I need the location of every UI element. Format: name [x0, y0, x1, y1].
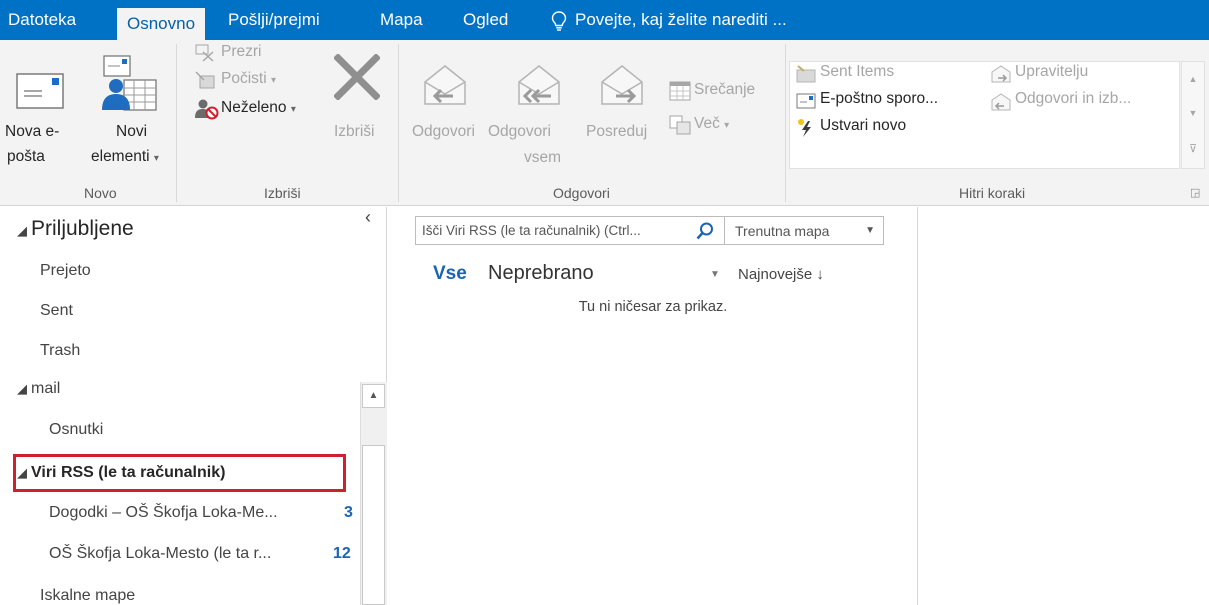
scroll-down-icon[interactable]: ▼: [1182, 108, 1204, 118]
lightning-icon: [798, 119, 811, 137]
quick-step-manager-label: Upravitelju: [1015, 63, 1089, 80]
new-email-label-1: Nova e-: [5, 123, 60, 140]
folder-prejeto[interactable]: Prejeto: [40, 262, 91, 280]
search-scope-dropdown[interactable]: Trenutna mapa ▼: [725, 216, 884, 245]
tab-poslji-prejmi[interactable]: Pošlji/prejmi: [228, 0, 320, 40]
arrow-down-icon: ↓: [816, 266, 824, 283]
quick-step-create-new-label: Ustvari novo: [820, 117, 907, 134]
tell-me-text: Povejte, kaj želite narediti ...: [575, 10, 787, 29]
folder-sent[interactable]: Sent: [40, 302, 73, 320]
email-icon: [796, 93, 816, 109]
sort-label: Najnovejše: [738, 266, 813, 283]
new-items-label-2: elementi ▾: [91, 148, 159, 165]
junk-label: Neželeno ▾: [221, 99, 296, 116]
empty-message: Tu ni ničesar za prikaz.: [578, 299, 728, 315]
chevron-down-icon: ▾: [153, 153, 159, 164]
new-email-label-2: pošta: [7, 148, 45, 165]
quick-steps-scrollbar[interactable]: ▲ ▼ ⊽: [1181, 61, 1205, 169]
gallery-expand-icon[interactable]: ⊽: [1182, 142, 1204, 155]
expanded-triangle-icon: ◢: [17, 381, 27, 396]
ignore-icon: [195, 44, 214, 62]
reply-label: Odgovori: [412, 123, 475, 140]
envelope-reply-icon: [991, 93, 1011, 111]
search-placeholder: Išči Viri RSS (le ta računalnik) (Ctrl..…: [422, 223, 641, 238]
filter-all[interactable]: Vse: [433, 263, 467, 285]
ignore-label: Prezri: [221, 43, 262, 60]
reply-all-label-1: Odgovori: [488, 123, 551, 140]
highlight-box: [13, 454, 346, 492]
folder-search-folders[interactable]: Iskalne mape: [40, 587, 135, 605]
tab-ogled[interactable]: Ogled: [463, 0, 508, 40]
search-scope-label: Trenutna mapa: [735, 223, 830, 239]
lightbulb-icon: [551, 11, 567, 31]
group-label-hitri-koraki: Hitri koraki: [959, 185, 1026, 201]
group-divider: [398, 44, 399, 202]
chevron-down-icon: ▾: [270, 75, 276, 86]
scrollbar-thumb[interactable]: [362, 445, 385, 605]
meeting-label: Srečanje: [694, 81, 756, 98]
dropdown-arrow-icon: ▼: [865, 225, 875, 236]
clean-up-label: Počisti ▾: [221, 70, 276, 87]
folder-rss-os-skofja-loka[interactable]: OŠ Škofja Loka-Mesto (le ta r...: [49, 545, 271, 563]
ribbon-tab-bar: Datoteka Osnovno Pošlji/prejmi Mapa Ogle…: [0, 0, 1209, 40]
forward-icon: [601, 65, 643, 105]
sort-button[interactable]: Najnovejše ↓: [738, 266, 824, 283]
junk-icon: [195, 99, 219, 120]
folder-osnutki[interactable]: Osnutki: [49, 421, 103, 439]
group-divider: [176, 44, 177, 202]
favorites-header[interactable]: ◢ Priljubljene: [17, 217, 134, 241]
group-label-odgovori: Odgovori: [553, 185, 610, 201]
reply-icon: [424, 65, 466, 105]
group-label-izbrisi: Izbriši: [264, 185, 301, 201]
mail-account-header[interactable]: ◢ mail: [17, 380, 60, 398]
tell-me-box[interactable]: Povejte, kaj želite narediti ...: [551, 0, 787, 40]
chevron-down-icon: ▾: [724, 120, 730, 131]
quick-steps-gallery: Sent Items Upravitelju E-poštno sporo...…: [789, 61, 1180, 169]
message-list: Išči Viri RSS (le ta računalnik) (Ctrl..…: [388, 207, 918, 605]
more-label: Več ▾: [694, 115, 730, 132]
collapse-pane-icon[interactable]: ‹: [365, 207, 371, 228]
new-items-label-1: Novi: [116, 123, 148, 140]
forward-label: Posreduj: [586, 123, 648, 140]
new-email-icon: [16, 73, 64, 109]
ribbon: Nova e- pošta Novi elementi ▾ Novo Prezr…: [0, 40, 1209, 206]
scroll-up-icon[interactable]: ▲: [362, 384, 385, 408]
folder-rss-dogodki[interactable]: Dogodki – OŠ Škofja Loka-Me...: [49, 504, 278, 522]
tab-datoteka[interactable]: Datoteka: [8, 0, 76, 40]
chevron-down-icon: ▾: [290, 104, 296, 115]
more-icon: [669, 115, 691, 135]
delete-label: Izbriši: [334, 123, 375, 140]
quick-step-sent-items-label: Sent Items: [820, 63, 895, 80]
delete-icon: [334, 54, 380, 100]
quick-step-reply-delete-label: Odgovori in izb...: [1015, 90, 1132, 107]
search-icon[interactable]: [696, 222, 714, 240]
group-divider: [785, 44, 786, 202]
unread-count: 12: [333, 545, 351, 562]
new-items-icon: [102, 55, 157, 111]
unread-count: 3: [344, 504, 353, 521]
dialog-launcher-icon[interactable]: ◲: [1190, 186, 1200, 199]
quick-step-team-email-label: E-poštno sporo...: [820, 90, 939, 107]
expanded-triangle-icon: ◢: [17, 223, 27, 238]
reply-all-icon: [518, 65, 560, 105]
folder-move-icon: [796, 65, 816, 83]
clean-up-icon: [195, 71, 215, 89]
group-label-novo: Novo: [84, 185, 117, 201]
tab-osnovno[interactable]: Osnovno: [117, 8, 206, 40]
filter-dropdown-icon[interactable]: ▼: [710, 269, 720, 280]
filter-unread[interactable]: Neprebrano: [488, 262, 594, 285]
envelope-forward-icon: [991, 65, 1011, 83]
search-input[interactable]: Išči Viri RSS (le ta računalnik) (Ctrl..…: [415, 216, 725, 245]
scroll-up-icon[interactable]: ▲: [1182, 74, 1204, 84]
folder-trash[interactable]: Trash: [40, 342, 80, 360]
tab-mapa[interactable]: Mapa: [380, 0, 423, 40]
reply-all-label-2: vsem: [524, 149, 562, 166]
folder-pane: ‹ ◢ Priljubljene Prejeto Sent Trash ◢ mail…: [0, 207, 387, 605]
calendar-icon: [669, 81, 691, 101]
